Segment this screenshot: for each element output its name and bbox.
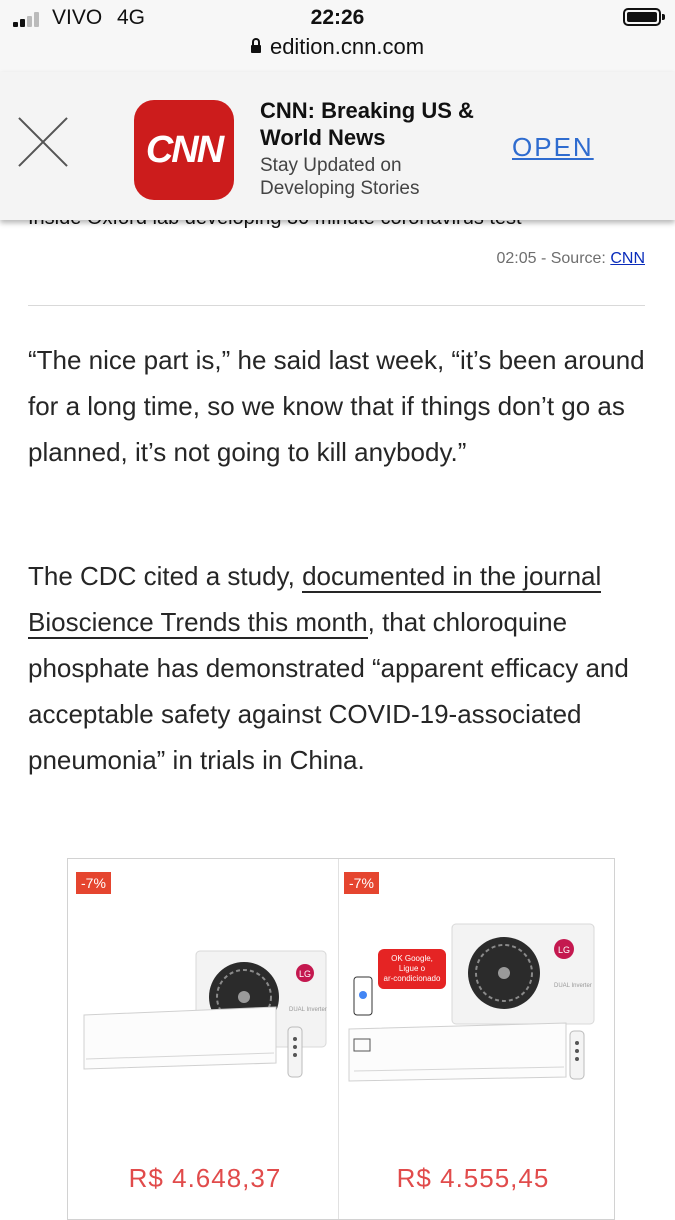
svg-text:LG: LG [558, 945, 570, 955]
svg-text:DUAL Inverter: DUAL Inverter [554, 983, 592, 989]
battery-icon [623, 8, 665, 26]
product-ad[interactable]: -7% LG DUAL Inverter R$ 4.648,37 -7% LG [67, 858, 615, 1220]
app-subtitle: Stay Updated on Developing Stories [260, 155, 420, 199]
ad-divider [338, 859, 339, 1219]
lock-icon [250, 38, 261, 53]
source-link[interactable]: CNN [610, 250, 645, 267]
svg-text:LG: LG [299, 969, 311, 979]
open-app-button[interactable]: OPEN [512, 132, 594, 163]
divider [28, 305, 645, 306]
article-paragraph: The CDC cited a study, documented in the… [28, 553, 653, 783]
air-conditioner-image: LG DUAL Inverter [83, 950, 327, 1078]
product-card[interactable]: -7% LG DUAL Inverter OK Google, Ligue o … [344, 869, 602, 1217]
article-paragraph: “The nice part is,” he said last week, “… [28, 345, 645, 467]
paragraph-text: The CDC cited a study, [28, 561, 303, 591]
video-meta: 02:05 - Source: CNN [496, 250, 645, 268]
clock: 22:26 [310, 6, 365, 29]
svg-text:Ligue o: Ligue o [399, 964, 426, 973]
app-title: CNN: Breaking US & World News [260, 98, 474, 150]
svg-text:DUAL Inverter: DUAL Inverter [289, 1007, 327, 1013]
close-icon[interactable] [17, 116, 69, 168]
address-bar[interactable]: edition.cnn.com [0, 34, 675, 60]
product-price[interactable]: R$ 4.648,37 [76, 1163, 334, 1194]
cnn-app-icon[interactable]: CNN [134, 100, 234, 200]
svg-text:ar-condicionado: ar-condicionado [384, 974, 441, 983]
svg-text:OK Google,: OK Google, [391, 954, 433, 963]
video-duration-source: 02:05 - Source: [496, 250, 606, 267]
air-conditioner-image: LG DUAL Inverter OK Google, Ligue o ar-c… [348, 923, 595, 1082]
product-price[interactable]: R$ 4.555,45 [344, 1163, 602, 1194]
status-bar: VIVO 4G 22:26 edition.cnn.com [0, 0, 675, 72]
app-install-banner: CNN CNN: Breaking US & World News Stay U… [0, 72, 675, 220]
url-text: edition.cnn.com [269, 34, 425, 59]
product-card[interactable]: -7% LG DUAL Inverter R$ 4.648,37 [76, 869, 334, 1217]
